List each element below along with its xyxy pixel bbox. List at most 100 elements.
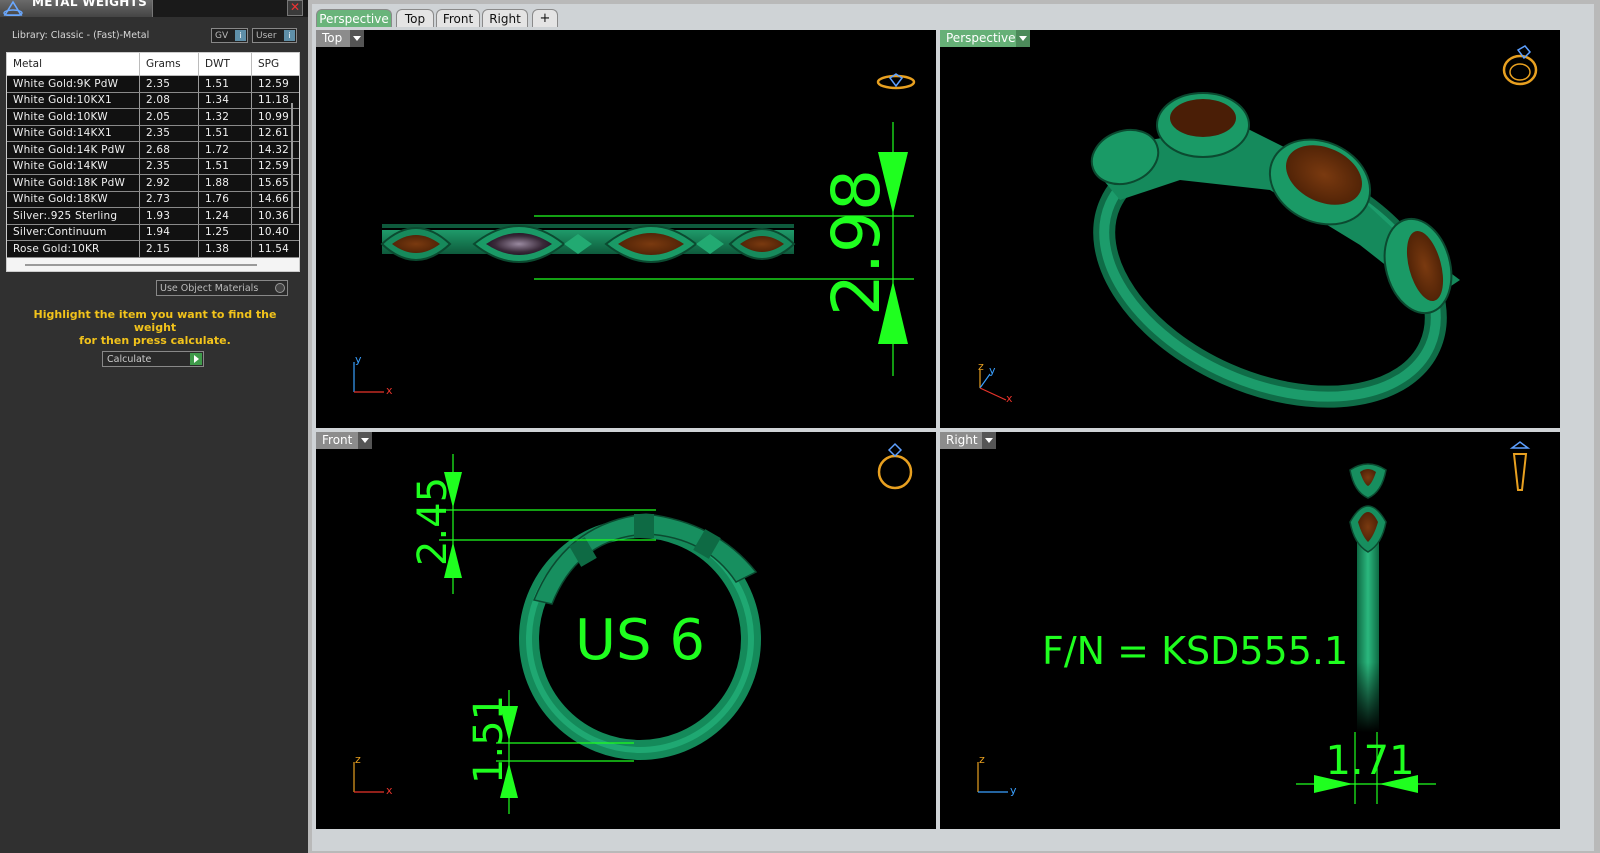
- table-row[interactable]: White Gold:18KW 2.73 1.76 14.66: [7, 191, 299, 208]
- cell-metal: White Gold:14KW: [7, 158, 140, 175]
- dimension-1-71: 1.71: [1296, 732, 1436, 804]
- user-toggle-button[interactable]: User i: [252, 28, 297, 43]
- cell-grams: 2.35: [139, 125, 199, 142]
- viewport-front[interactable]: US 6 2.45 1.51 z x Front: [316, 432, 936, 829]
- close-panel-button[interactable]: ✕: [287, 0, 303, 16]
- cell-dwt: 1.25: [198, 224, 252, 241]
- table-row[interactable]: White Gold:14K PdW 2.68 1.72 14.32: [7, 141, 299, 159]
- calculate-button[interactable]: Calculate: [102, 351, 204, 367]
- dimension-label-top: 2.98: [818, 169, 895, 316]
- panel-title-tab[interactable]: METAL WEIGHTS: [0, 0, 153, 17]
- ring-model-top-view[interactable]: [380, 224, 796, 263]
- viewport-top[interactable]: 2.98 y x Top: [316, 30, 936, 428]
- table-row[interactable]: White Gold:14KX1 2.35 1.51 12.61: [7, 125, 299, 142]
- cell-spg: 10.40: [251, 224, 299, 241]
- axis-label-y: y: [355, 353, 362, 366]
- close-icon: ✕: [289, 0, 301, 14]
- axis-label-z: z: [978, 360, 984, 373]
- cell-grams: 2.35: [139, 75, 199, 93]
- instructions-line-1: Highlight the item you want to find the …: [33, 308, 277, 334]
- ring-orientation-icon: [1502, 45, 1538, 86]
- chevron-down-icon: [358, 432, 372, 449]
- cell-dwt: 1.34: [198, 92, 252, 109]
- tab-right[interactable]: Right: [482, 9, 528, 27]
- axis-label-x: x: [386, 384, 393, 397]
- cell-dwt: 1.72: [198, 141, 252, 159]
- panel-titlebar: METAL WEIGHTS ✕: [0, 0, 308, 17]
- viewport-label-top: Top: [322, 31, 343, 45]
- ring-model-right-view[interactable]: [1349, 463, 1387, 732]
- cell-metal: White Gold:9K PdW: [7, 75, 140, 93]
- table-row[interactable]: White Gold:14KW 2.35 1.51 12.59: [7, 158, 299, 175]
- viewport-menu-top[interactable]: Top: [316, 30, 364, 47]
- column-header-metal[interactable]: Metal: [7, 53, 140, 76]
- table-row[interactable]: White Gold:9K PdW 2.35 1.51 12.59: [7, 75, 299, 93]
- viewport-menu-right[interactable]: Right: [940, 432, 996, 449]
- table-row[interactable]: Rose Gold:10KR 2.15 1.38 11.54: [7, 240, 299, 258]
- cell-dwt: 1.51: [198, 75, 252, 93]
- dimension-label-right: 1.71: [1325, 738, 1414, 784]
- axis-triad-front: z x: [353, 753, 393, 797]
- use-object-materials-label: Use Object Materials: [160, 283, 259, 294]
- cell-metal: White Gold:18K PdW: [7, 174, 140, 192]
- cell-dwt: 1.24: [198, 207, 252, 225]
- viewport-right[interactable]: F/N = KSD555.1 1.71 z y Right: [940, 432, 1560, 829]
- viewport-menu-perspective[interactable]: Perspective: [940, 30, 1030, 47]
- table-horizontal-scrollbar[interactable]: [25, 264, 257, 266]
- use-object-materials-button[interactable]: Use Object Materials: [156, 280, 288, 296]
- axis-triad-top: y x: [353, 353, 393, 397]
- axis-triad-right: z y: [977, 753, 1017, 797]
- axis-label-x: x: [386, 784, 393, 797]
- cell-dwt: 1.51: [198, 158, 252, 175]
- ring-orientation-icon: [877, 442, 913, 490]
- table-vertical-scrollbar[interactable]: [291, 103, 293, 223]
- gv-label: GV: [215, 31, 229, 41]
- table-row[interactable]: White Gold:10KX1 2.08 1.34 11.18: [7, 92, 299, 109]
- cell-dwt: 1.88: [198, 174, 252, 192]
- cell-metal: Rose Gold:10KR: [7, 240, 140, 258]
- tab-perspective[interactable]: Perspective: [316, 9, 392, 27]
- viewport-perspective[interactable]: z y x Perspective: [940, 30, 1560, 428]
- column-header-dwt[interactable]: DWT: [198, 53, 252, 76]
- cell-grams: 2.73: [139, 191, 199, 208]
- cell-metal: White Gold:14K PdW: [7, 141, 140, 159]
- radio-indicator-icon: [275, 283, 285, 293]
- column-header-grams[interactable]: Grams: [139, 53, 199, 76]
- axis-label-y: y: [1010, 784, 1017, 797]
- axis-label-z: z: [355, 753, 361, 766]
- cell-metal: Silver:.925 Sterling: [7, 207, 140, 225]
- cell-grams: 2.05: [139, 108, 199, 126]
- toggle-knob-icon: i: [235, 30, 246, 41]
- ring-model-perspective-view[interactable]: [1066, 92, 1474, 428]
- gv-toggle-button[interactable]: GV i: [211, 28, 248, 43]
- column-header-spg[interactable]: SPG: [251, 53, 299, 76]
- chevron-down-icon: [1016, 30, 1030, 47]
- panel-title: METAL WEIGHTS: [32, 0, 148, 9]
- cell-metal: White Gold:10KX1: [7, 92, 140, 109]
- tab-top[interactable]: Top: [396, 9, 434, 27]
- ring-orientation-icon: [1509, 441, 1531, 491]
- play-icon: [190, 353, 202, 365]
- instructions-line-2: for then press calculate.: [79, 334, 231, 347]
- toggle-knob-icon: i: [284, 30, 295, 41]
- add-tab-button[interactable]: +: [532, 9, 558, 27]
- cell-metal: White Gold:10KW: [7, 108, 140, 126]
- tab-front[interactable]: Front: [436, 9, 480, 27]
- axis-label-y: y: [989, 364, 996, 377]
- part-number-label: F/N = KSD555.1: [1042, 629, 1348, 673]
- table-row[interactable]: White Gold:18K PdW 2.92 1.88 15.65: [7, 174, 299, 192]
- dimension-label-upper: 2.45: [410, 477, 456, 566]
- library-label: Library: Classic - (Fast)-Metal: [12, 30, 150, 41]
- table-row[interactable]: Silver:Continuum 1.94 1.25 10.40: [7, 224, 299, 241]
- axis-label-z: z: [979, 753, 985, 766]
- cell-grams: 2.08: [139, 92, 199, 109]
- table-header-row: Metal Grams DWT SPG: [7, 53, 299, 76]
- viewport-menu-front[interactable]: Front: [316, 432, 372, 449]
- chevron-down-icon: [982, 432, 996, 449]
- table-row[interactable]: Silver:.925 Sterling 1.93 1.24 10.36: [7, 207, 299, 225]
- ring-size-label: US 6: [575, 608, 705, 673]
- axis-label-x: x: [1006, 392, 1013, 405]
- cell-grams: 2.68: [139, 141, 199, 159]
- metal-weights-panel: METAL WEIGHTS ✕ Library: Classic - (Fast…: [0, 0, 308, 853]
- table-row[interactable]: White Gold:10KW 2.05 1.32 10.99: [7, 108, 299, 126]
